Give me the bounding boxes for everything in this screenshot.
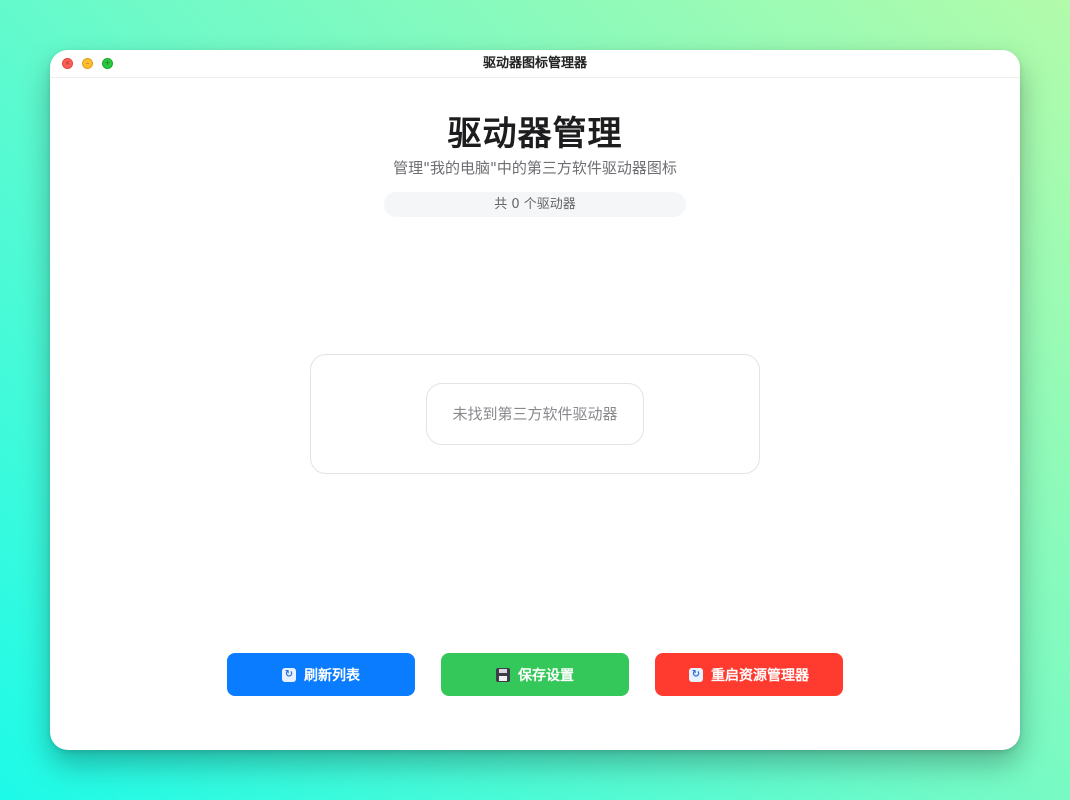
empty-state-message: 未找到第三方软件驱动器 xyxy=(426,383,644,445)
title-bar[interactable]: × – + 驱动器图标管理器 xyxy=(50,50,1020,78)
restart-explorer-button[interactable]: ↻ 重启资源管理器 xyxy=(655,653,843,696)
app-window: × – + 驱动器图标管理器 驱动器管理 管理"我的电脑"中的第三方软件驱动器图… xyxy=(50,50,1020,750)
window-title: 驱动器图标管理器 xyxy=(482,56,587,71)
drive-count-badge: 共 0 个驱动器 xyxy=(384,192,686,217)
refresh-list-button[interactable]: ↻ 刷新列表 xyxy=(227,653,415,696)
refresh-icon: ↻ xyxy=(282,667,296,682)
save-settings-button[interactable]: 保存设置 xyxy=(441,653,629,696)
drive-list-panel: 未找到第三方软件驱动器 xyxy=(310,354,760,474)
save-settings-label: 保存设置 xyxy=(518,667,574,684)
page-subtitle: 管理"我的电脑"中的第三方软件驱动器图标 xyxy=(393,159,677,177)
floppy-disk-icon xyxy=(496,667,510,682)
restart-explorer-label: 重启资源管理器 xyxy=(711,667,809,684)
restart-icon: ↻ xyxy=(689,667,703,682)
page-title: 驱动器管理 xyxy=(447,114,623,154)
refresh-list-label: 刷新列表 xyxy=(304,667,360,684)
